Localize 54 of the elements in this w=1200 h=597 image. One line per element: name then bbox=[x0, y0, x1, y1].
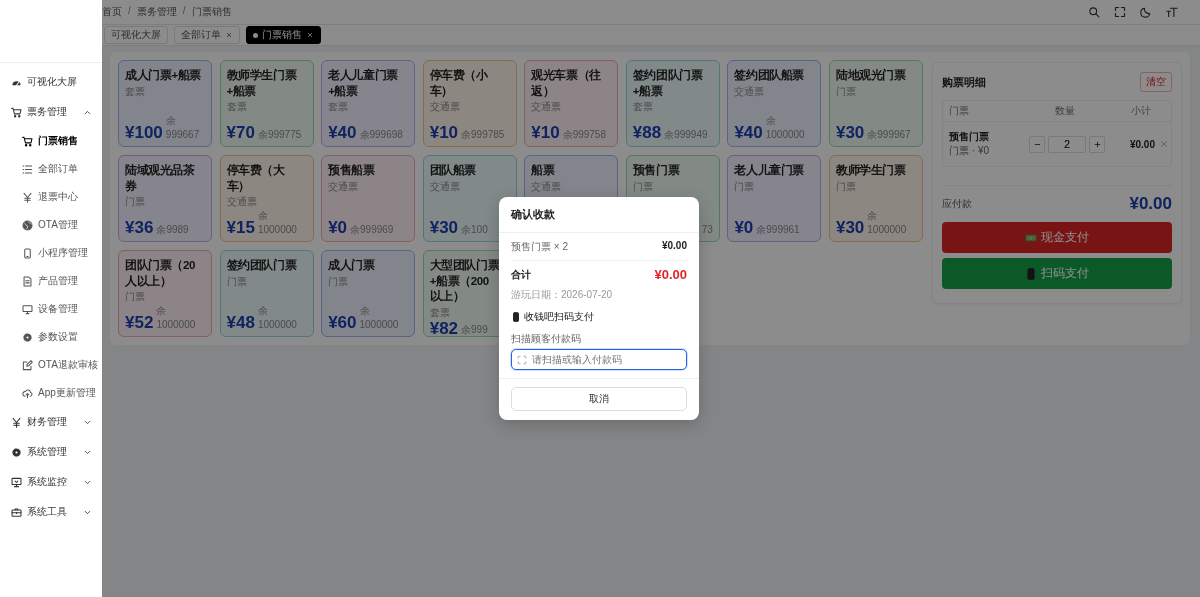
breadcrumb-separator: / bbox=[182, 5, 186, 18]
item-meta: 门票 · ¥0 bbox=[949, 144, 990, 158]
breadcrumb-separator: / bbox=[128, 5, 131, 18]
ticket-price: ¥30 bbox=[835, 124, 865, 141]
column-header: 数量 bbox=[1054, 104, 1076, 118]
due-label: 应付款 bbox=[942, 197, 972, 211]
ticket-name: 预售船票 bbox=[328, 163, 376, 178]
item-subtotal: ¥0.00 bbox=[1128, 138, 1155, 150]
ticket-name: 成人门票 bbox=[328, 258, 376, 273]
ticket-price: ¥82 bbox=[429, 319, 459, 337]
ticket-price: ¥0 bbox=[734, 219, 754, 236]
ticket-name: 船票 bbox=[531, 163, 556, 178]
ticket-name: 团队船票 bbox=[429, 163, 478, 178]
ticket-price: ¥100 bbox=[125, 124, 163, 141]
ticket-price: ¥36 bbox=[125, 219, 154, 236]
ticket-name: 教师学生门票+船票 bbox=[226, 68, 298, 99]
ticket-price: ¥15 bbox=[226, 219, 255, 237]
ticket-price: ¥30 bbox=[429, 219, 459, 236]
ticket-name: 团队门票（20人以上） bbox=[125, 258, 196, 290]
ticket-name: 预售门票 bbox=[632, 163, 681, 178]
cart-title: 购票明细 bbox=[942, 74, 986, 90]
total-amount: ¥0.00 bbox=[654, 267, 687, 282]
ticket-name: 停车费（大车） bbox=[226, 163, 286, 195]
ticket-price: ¥30 bbox=[835, 219, 865, 236]
ticket-name: 成人门票+船票 bbox=[125, 68, 202, 83]
ticket-price: ¥40 bbox=[328, 124, 357, 141]
payment-method: 收钱吧扫码支付 bbox=[524, 310, 594, 324]
ticket-name: 老人儿童门票+船票 bbox=[328, 68, 399, 99]
ticket-name: 教师学生门票 bbox=[835, 163, 907, 178]
item-name: 预售门票 bbox=[949, 130, 990, 144]
ticket-name: 观光车票（往返） bbox=[531, 68, 602, 100]
ticket-name: 签约团队门票+船票 bbox=[632, 68, 704, 99]
ticket-price: ¥40 bbox=[734, 124, 763, 141]
ticket-price: ¥10 bbox=[429, 124, 459, 141]
ticket-price: ¥10 bbox=[531, 124, 560, 141]
ticket-name: 大型团队门票 +船票（200 以上） bbox=[429, 258, 501, 305]
ticket-price: ¥60 bbox=[328, 314, 357, 331]
ticket-name: 签约团队船票 bbox=[734, 68, 805, 83]
ticket-name: 陆地观光门票 bbox=[835, 68, 907, 83]
ticket-stock: 73 bbox=[700, 222, 713, 236]
ticket-name: 停车费（小车） bbox=[429, 68, 489, 100]
ticket-name: 老人儿童门票 bbox=[734, 163, 805, 178]
ticket-price: ¥52 bbox=[125, 314, 154, 332]
ticket-price: ¥88 bbox=[632, 124, 662, 141]
line-amount: ¥0.00 bbox=[661, 240, 687, 253]
ticket-price: ¥0 bbox=[328, 219, 348, 236]
column-header: 门票 bbox=[949, 104, 970, 118]
column-header: 小计 bbox=[1130, 104, 1151, 118]
due-amount: ¥0.00 bbox=[1129, 194, 1172, 214]
ticket-name: 陆域观光品茶券 bbox=[125, 163, 196, 194]
ticket-name: 签约团队门票 bbox=[226, 258, 298, 273]
ticket-price: ¥70 bbox=[226, 124, 255, 141]
ticket-price: ¥48 bbox=[226, 314, 255, 331]
dialog-title: 确认收款 bbox=[499, 197, 699, 233]
